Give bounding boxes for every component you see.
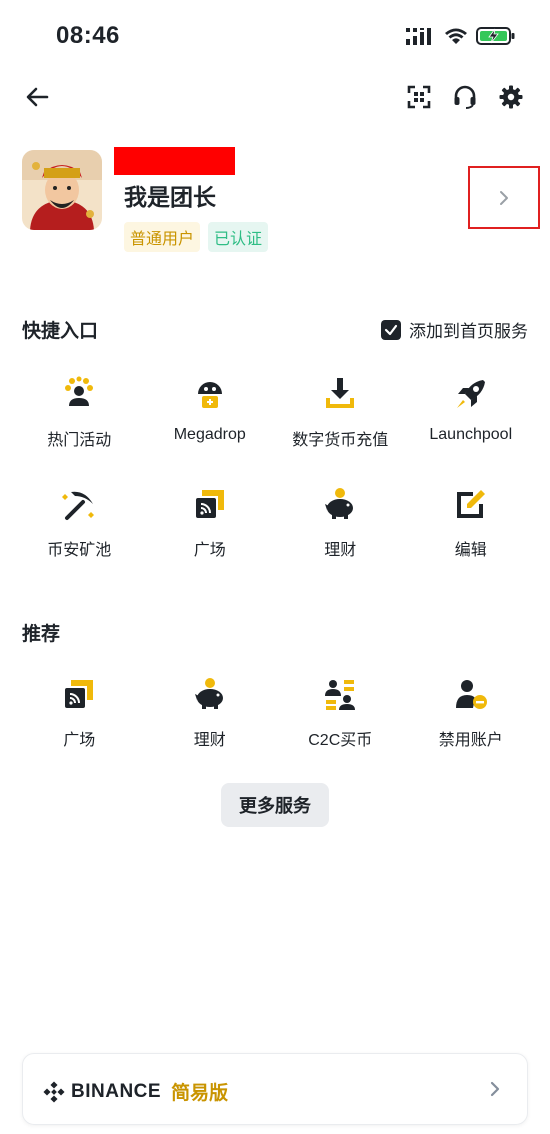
shortcut-label: Launchpool (429, 426, 513, 443)
add-to-home-toggle[interactable]: 添加到首页服务 (381, 317, 528, 342)
recommended-square[interactable]: 广场 (14, 668, 145, 778)
recommended-label: 理财 (193, 732, 226, 749)
shortcut-deposit[interactable]: 数字货币充值 (275, 368, 406, 478)
shortcut-mining-pool[interactable]: 币安矿池 (14, 478, 145, 588)
status-time: 08:46 (56, 22, 120, 49)
profile-badges: 普通用户 已认证 (124, 222, 269, 252)
binance-lite-card[interactable]: BINANCE 简易版 (22, 1053, 528, 1125)
pickaxe-icon (62, 491, 95, 520)
checkbox[interactable] (381, 319, 401, 340)
square-feed-icon (195, 490, 224, 518)
shortcut-label: 币安矿池 (47, 542, 112, 559)
shortcut-edit[interactable]: 编辑 (406, 478, 537, 588)
redacted-username (114, 147, 235, 175)
disable-account-icon (455, 680, 487, 709)
shortcut-square[interactable]: 广场 (145, 478, 276, 588)
square-feed-icon (65, 680, 94, 708)
nickname: 我是团长 (124, 184, 216, 210)
back-arrow-icon[interactable] (24, 84, 50, 110)
recommended-title: 推荐 (22, 624, 61, 645)
avatar-image (22, 150, 102, 230)
profile-detail-button[interactable] (468, 166, 540, 229)
piggy-bank-icon (194, 678, 223, 709)
recommended-grid: 广场 理财 C2C买币 禁用账户 (14, 668, 536, 778)
more-services-button[interactable]: 更多服务 (221, 783, 329, 827)
edit-icon (456, 490, 485, 518)
shortcut-label: 理财 (324, 542, 357, 559)
cellular-icon (406, 28, 431, 45)
binance-logo-icon (43, 1080, 65, 1103)
recommended-c2c[interactable]: C2C买币 (275, 668, 406, 778)
shortcut-hot-activity[interactable]: 热门活动 (14, 368, 145, 478)
c2c-users-icon (325, 680, 356, 710)
recommended-earn[interactable]: 理财 (145, 668, 276, 778)
check-icon (384, 324, 398, 335)
rocket-icon (456, 380, 485, 408)
recommended-disable-account[interactable]: 禁用账户 (406, 668, 537, 778)
shortcut-label: 数字货币充值 (292, 432, 389, 449)
piggy-bank-icon (325, 488, 354, 519)
status-icons (406, 26, 516, 46)
user-level-badge: 普通用户 (124, 222, 201, 252)
verified-badge: 已认证 (208, 222, 269, 252)
shortcuts-title: 快捷入口 (22, 321, 99, 342)
binance-lite-brand: BINANCE 简易版 (43, 1078, 228, 1105)
shortcuts-grid: 热门活动 Megadrop 数字货币充值 Launchpool 币安矿池 广场 … (14, 368, 536, 588)
battery-charging-icon (476, 27, 515, 45)
binance-wordmark: BINANCE (71, 1080, 162, 1102)
avatar[interactable] (22, 150, 102, 230)
add-to-home-label: 添加到首页服务 (409, 322, 528, 341)
recommended-label: 禁用账户 (438, 732, 503, 749)
scan-icon[interactable] (406, 84, 432, 110)
shortcut-label: Megadrop (173, 426, 246, 443)
shortcut-label: 热门活动 (47, 432, 112, 449)
chevron-right-icon (500, 190, 508, 205)
shortcut-earn[interactable]: 理财 (275, 478, 406, 588)
hot-activity-icon (65, 376, 94, 406)
shortcut-megadrop[interactable]: Megadrop (145, 368, 276, 478)
shortcut-label: 广场 (193, 542, 226, 559)
recommended-label: 广场 (63, 732, 96, 749)
wifi-icon (445, 28, 467, 44)
shortcut-launchpool[interactable]: Launchpool (406, 368, 537, 478)
megadrop-icon (197, 382, 222, 408)
shortcut-label: 编辑 (454, 542, 487, 559)
top-actions (406, 84, 524, 110)
headset-icon[interactable] (452, 84, 478, 110)
settings-gear-icon[interactable] (498, 84, 524, 110)
chevron-right-icon (490, 1081, 500, 1097)
recommended-label: C2C买币 (308, 732, 373, 749)
deposit-icon (326, 378, 355, 408)
lite-label: 简易版 (171, 1083, 229, 1104)
